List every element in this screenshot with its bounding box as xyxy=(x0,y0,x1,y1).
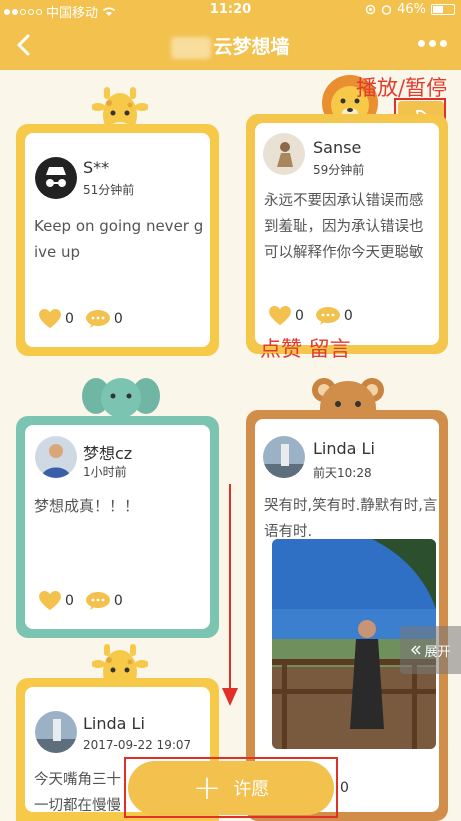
user-name: Linda Li xyxy=(83,714,145,733)
dream-text: Keep on going never give up xyxy=(34,217,204,261)
nav-bar: 云梦想墙 xyxy=(0,20,461,70)
avatar[interactable] xyxy=(35,157,77,199)
avatar-figure-icon xyxy=(277,142,293,167)
post-time: 1小时前 xyxy=(83,465,127,479)
battery-percent: 46% xyxy=(397,2,426,17)
location-icon xyxy=(365,4,376,15)
dream-card[interactable]: Sanse 59分钟前 永远不要因承认错误而感到羞耻，因为承认错误也可以解释作你… xyxy=(246,114,448,354)
annotation-play-pause: 播放/暂停 xyxy=(356,76,448,100)
more-menu-icon[interactable] xyxy=(418,40,447,47)
like-count: 0 xyxy=(65,311,74,327)
like-icon[interactable] xyxy=(269,306,291,326)
post-time: 51分钟前 xyxy=(83,183,135,197)
like-icon[interactable] xyxy=(39,591,61,611)
page-title-text: 云梦想墙 xyxy=(213,36,290,58)
comment-count: 0 xyxy=(343,308,353,324)
avatar[interactable] xyxy=(263,133,305,175)
double-chevron-left-icon xyxy=(411,645,421,655)
avatar[interactable] xyxy=(35,436,77,478)
card-actions: 0 0 xyxy=(39,309,135,329)
card-actions: 0 0 xyxy=(39,591,135,611)
comment-icon[interactable] xyxy=(315,307,340,325)
user-name: S** xyxy=(83,158,110,177)
dream-card[interactable]: S** 51分钟前 Keep on going never give up 0 … xyxy=(16,124,219,356)
user-name: 梦想cz xyxy=(83,444,133,463)
blurred-name xyxy=(171,36,212,59)
expand-label: 展开 xyxy=(424,644,451,660)
like-count: 0 xyxy=(65,593,74,609)
comment-count: 0 xyxy=(113,311,123,327)
avatar[interactable] xyxy=(35,711,77,753)
status-right: 46% xyxy=(365,2,455,17)
comment-icon[interactable] xyxy=(85,310,110,328)
battery-icon xyxy=(431,4,455,15)
user-name: Sanse xyxy=(313,138,362,157)
alarm-icon xyxy=(381,5,392,15)
page-title: 云梦想墙 xyxy=(0,32,461,59)
dream-text: 哭有时,笑有时.静默有时,言语有时. xyxy=(264,498,438,540)
user-name: Linda Li xyxy=(313,439,375,458)
post-time: 2017-09-22 19:07 xyxy=(83,738,192,752)
comment-count: 0 xyxy=(340,780,349,796)
dream-text: 今天嘴角三十 一切都在慢慢 xyxy=(34,772,121,812)
post-time: 前天10:28 xyxy=(313,466,372,480)
annotation-like-comment: 点赞 留言 xyxy=(260,337,351,361)
avatar-person-icon xyxy=(41,444,71,478)
scroll-down-arrow xyxy=(222,484,238,706)
dream-text: 梦想成真！！！ xyxy=(34,497,140,515)
expand-button[interactable]: 展开 xyxy=(400,626,461,674)
status-bar: 中国移动 11:20 46% xyxy=(0,0,461,21)
dream-text: 永远不要因承认错误而感到羞耻，因为承认错误也可以解释作你今天更聪敏 xyxy=(264,193,424,261)
avatar-landmark-icon xyxy=(35,719,77,753)
avatar-landmark-icon xyxy=(263,444,305,478)
incognito-icon xyxy=(46,167,66,187)
annotation-box-wish xyxy=(124,757,338,818)
comment-icon[interactable] xyxy=(85,592,110,610)
card-actions: 0 0 xyxy=(269,306,365,326)
dream-card[interactable]: 梦想cz 1小时前 梦想成真！！！ 0 0 xyxy=(16,416,219,638)
comment-count: 0 xyxy=(113,593,123,609)
like-icon[interactable] xyxy=(39,309,61,329)
post-time: 59分钟前 xyxy=(313,163,365,177)
avatar[interactable] xyxy=(263,436,305,478)
like-count: 0 xyxy=(295,308,304,324)
